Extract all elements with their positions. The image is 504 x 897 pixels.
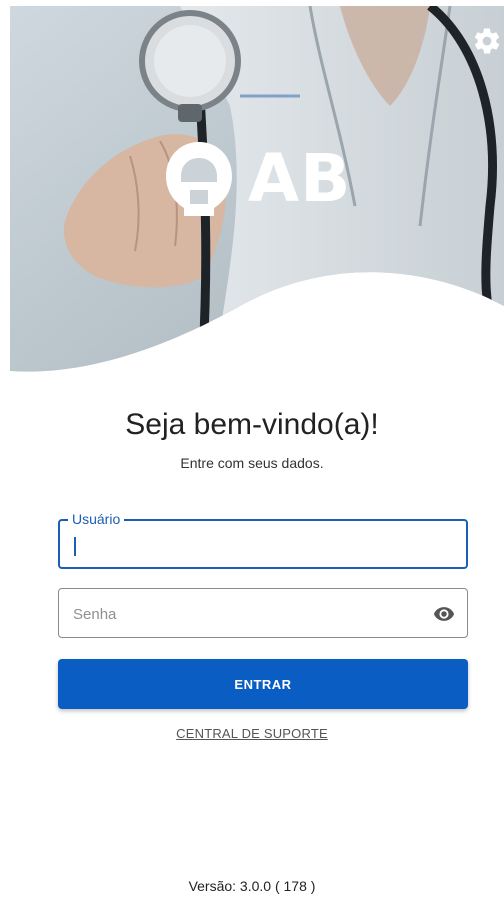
support-center-link[interactable]: CENTRAL DE SUPORTE [176, 726, 328, 741]
username-field[interactable]: Usuário [58, 511, 468, 569]
password-field[interactable] [58, 588, 468, 638]
welcome-subtitle: Entre com seus dados. [180, 455, 324, 471]
eye-icon [433, 607, 455, 621]
logo-mark-icon [166, 142, 232, 216]
support-link-container: CENTRAL DE SUPORTE [0, 725, 504, 743]
username-label: Usuário [68, 511, 125, 527]
app-version: Versão: 3.0.0 ( 178 ) [188, 878, 316, 894]
app-logo: AB [164, 134, 374, 224]
toggle-password-visibility-button[interactable] [433, 603, 455, 625]
settings-gear-icon[interactable] [472, 26, 502, 56]
logo-text: AB [248, 140, 352, 217]
welcome-title: Seja bem-vindo(a)! [125, 408, 379, 441]
hero-banner: AB [10, 6, 504, 406]
password-input[interactable] [71, 597, 415, 631]
login-screen: AB Seja bem-vindo(a)! Entre com seus dad… [0, 0, 504, 897]
login-button[interactable]: ENTRAR [58, 659, 468, 709]
username-input[interactable] [72, 529, 416, 563]
gear-icon [474, 28, 500, 54]
